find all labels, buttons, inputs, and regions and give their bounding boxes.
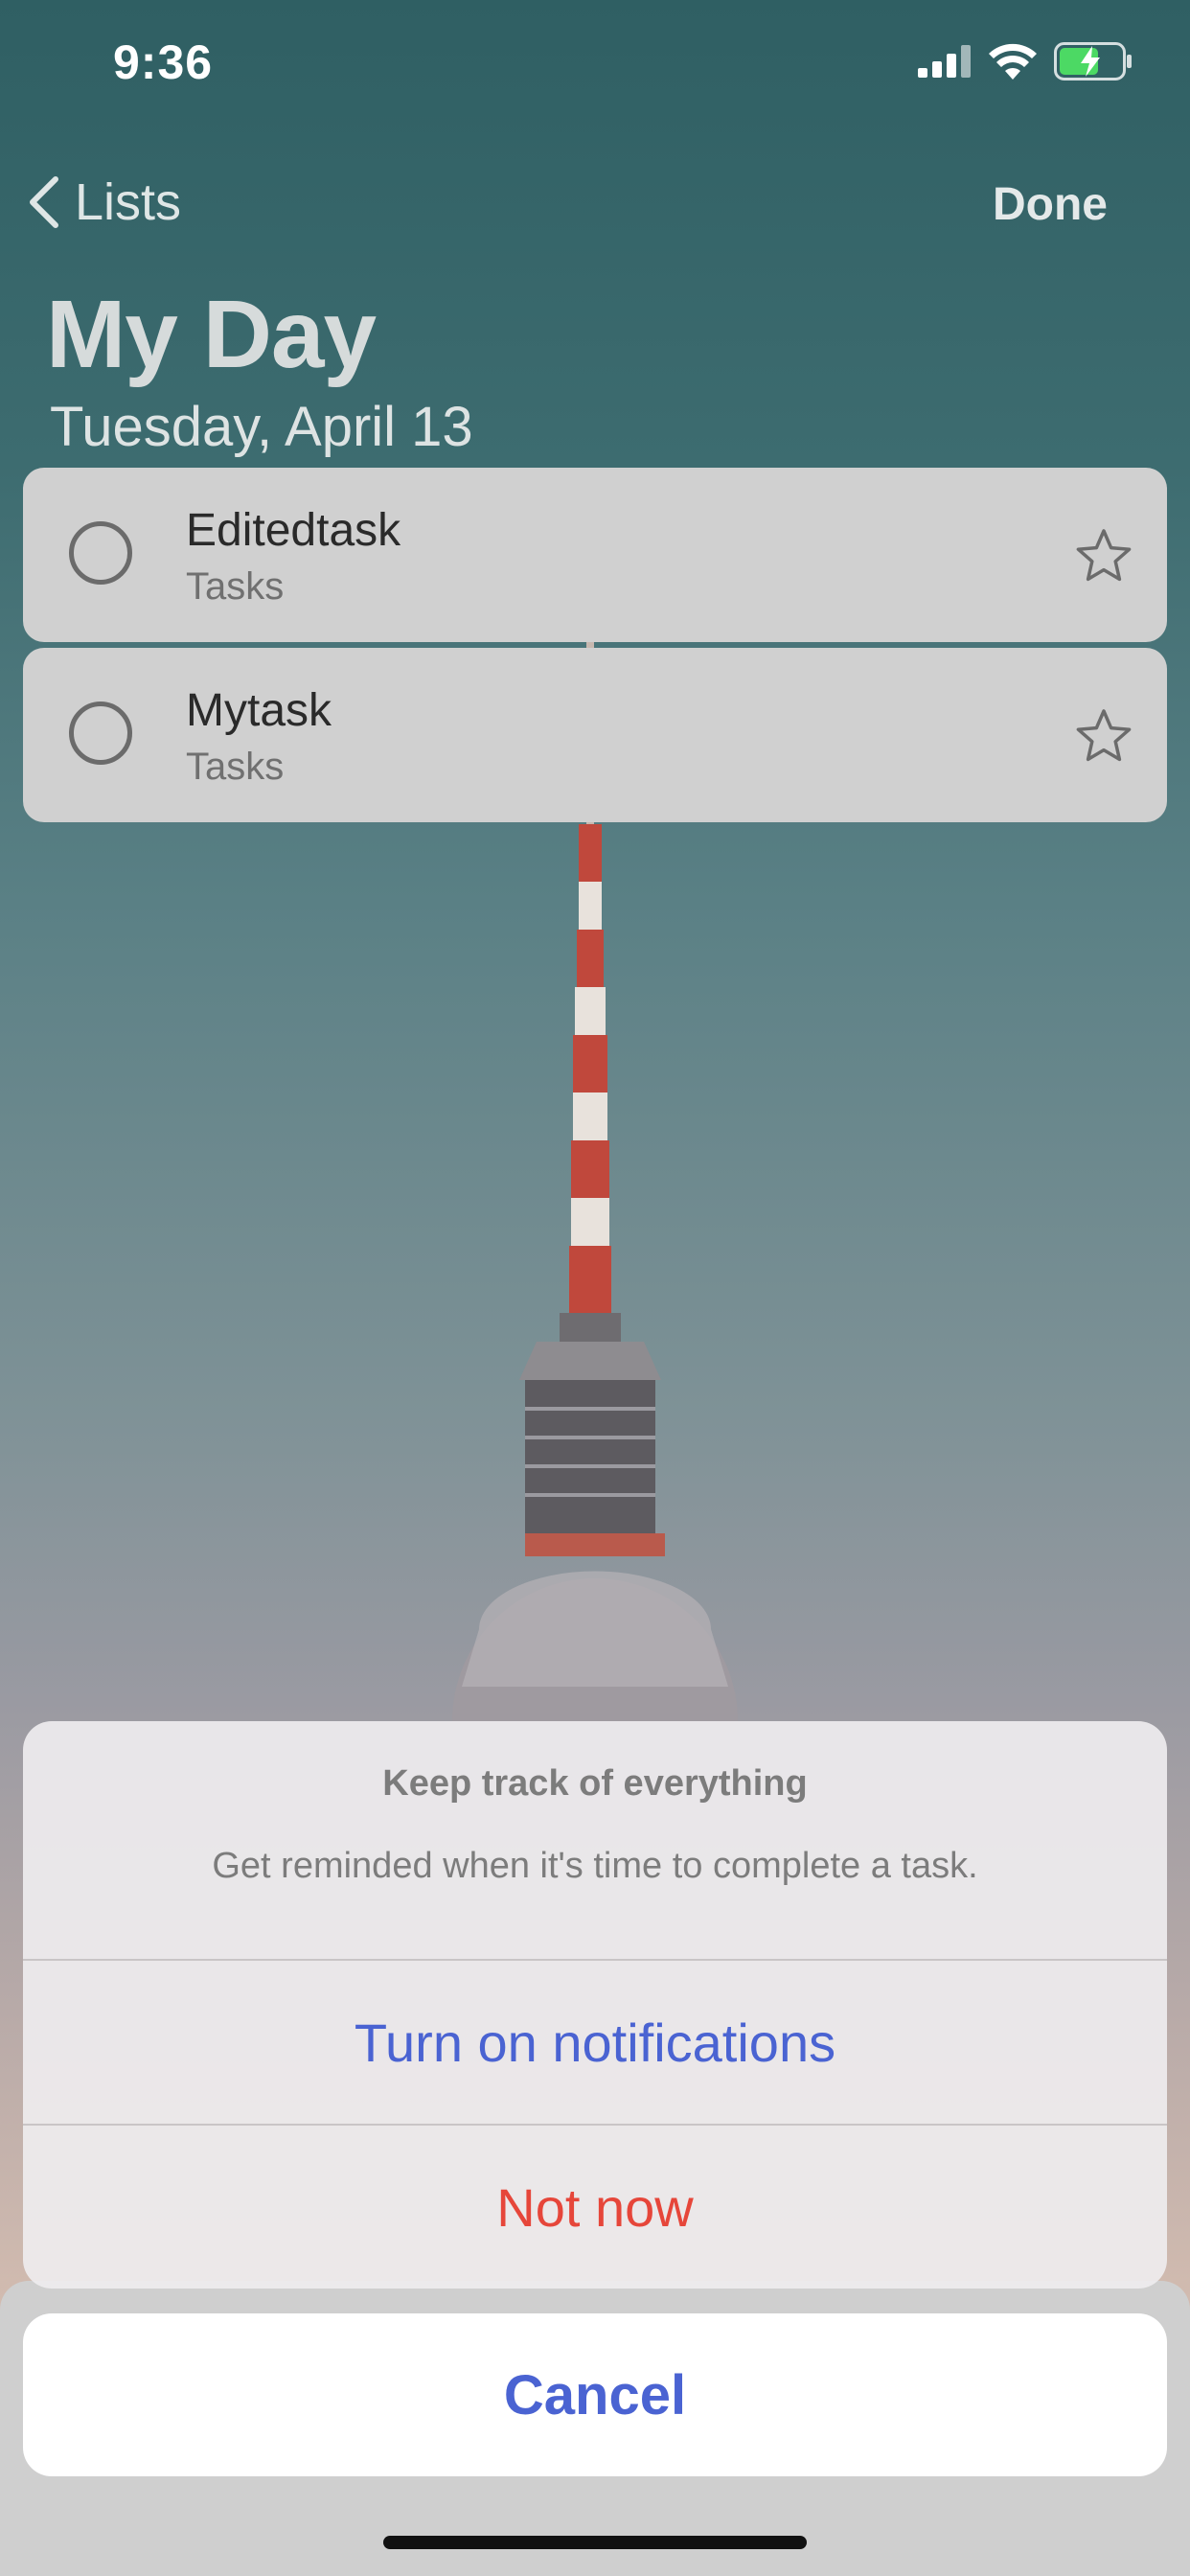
status-time: 9:36 xyxy=(113,35,214,89)
star-icon[interactable] xyxy=(1075,707,1133,765)
star-icon[interactable] xyxy=(1075,527,1133,585)
notification-prompt: Keep track of everything Get reminded wh… xyxy=(23,1721,1167,2288)
task-item[interactable]: Mytask Tasks xyxy=(23,648,1167,822)
cancel-button[interactable]: Cancel xyxy=(23,2313,1167,2476)
complete-checkbox[interactable] xyxy=(69,521,132,585)
task-list-name: Tasks xyxy=(186,746,285,788)
home-indicator xyxy=(383,2536,807,2549)
task-list-name: Tasks xyxy=(186,565,285,608)
turn-on-notifications-button[interactable]: Turn on notifications xyxy=(23,1961,1167,2124)
alert-message: Get reminded when it's time to complete … xyxy=(212,1846,978,1886)
back-button[interactable]: Lists xyxy=(27,172,181,232)
task-item[interactable]: Editedtask Tasks xyxy=(23,468,1167,642)
chevron-left-icon xyxy=(30,176,58,228)
battery-charging-icon xyxy=(1054,42,1132,80)
task-title: Editedtask xyxy=(186,505,401,556)
page-date: Tuesday, April 13 xyxy=(50,396,473,458)
task-title: Mytask xyxy=(186,685,332,736)
complete-checkbox[interactable] xyxy=(69,702,132,765)
status-bar: 9:36 xyxy=(0,0,1190,130)
alert-title: Keep track of everything xyxy=(382,1763,808,1804)
back-label: Lists xyxy=(75,173,182,231)
done-button[interactable]: Done xyxy=(993,178,1108,231)
wifi-icon xyxy=(989,43,1037,80)
status-icons xyxy=(918,42,1133,80)
not-now-button[interactable]: Not now xyxy=(23,2126,1167,2288)
page-title: My Day xyxy=(46,281,377,388)
cellular-signal-icon xyxy=(918,45,971,78)
